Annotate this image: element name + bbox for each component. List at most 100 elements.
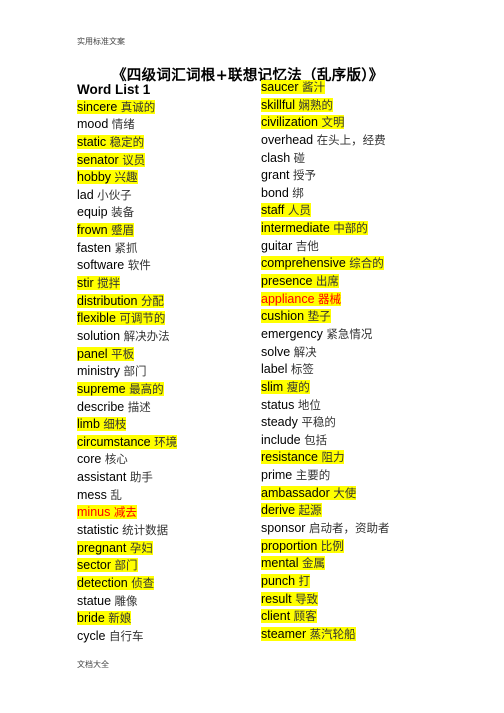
word-entry: proportion 比例 <box>261 538 389 556</box>
highlighted-text: proportion 比例 <box>261 538 344 553</box>
chinese-meaning: 解决办法 <box>123 328 170 343</box>
entry-text: solve 解决 <box>261 345 317 359</box>
word-entry: cushion 垫子 <box>261 308 389 326</box>
word-entry: static 稳定的 <box>77 134 177 152</box>
chinese-meaning: 搅拌 <box>97 276 121 291</box>
english-word: frown <box>77 223 108 238</box>
highlighted-text: detection 侦查 <box>77 575 155 590</box>
english-word: steady <box>261 415 298 430</box>
word-entry: detection 侦查 <box>77 575 177 593</box>
chinese-meaning: 平稳的 <box>301 415 336 430</box>
entry-text: status 地位 <box>261 398 321 412</box>
english-word: civilization <box>261 115 318 130</box>
chinese-meaning: 描述 <box>127 399 151 414</box>
chinese-meaning: 自行车 <box>108 628 144 643</box>
highlighted-text: appliance 器械 <box>261 291 341 306</box>
english-word: solve <box>261 344 291 359</box>
highlighted-text: distribution 分配 <box>77 293 164 308</box>
chinese-meaning: 垫子 <box>307 309 331 324</box>
entry-text: prime 主要的 <box>261 468 330 482</box>
english-word: steamer <box>261 626 307 641</box>
chinese-meaning: 吉他 <box>295 238 319 253</box>
english-word: staff <box>261 203 285 218</box>
english-word: proportion <box>261 538 318 553</box>
word-entry: appliance 器械 <box>261 291 389 309</box>
english-word: resistance <box>261 450 318 465</box>
chinese-meaning: 顾客 <box>293 609 317 624</box>
word-entry: limb 细枝 <box>77 416 177 434</box>
left-word-list: sincere 真诚的 mood 情绪 static 稳定的 senator 议员 ho… <box>77 99 178 646</box>
entry-text: clash 碰 <box>261 151 305 165</box>
chinese-meaning: 人员 <box>287 203 311 218</box>
chinese-meaning: 部门 <box>114 558 138 573</box>
word-entry: equip 装备 <box>77 204 177 222</box>
word-entry: steamer 蒸汽轮船 <box>261 626 389 644</box>
word-entry: label 标签 <box>261 361 389 379</box>
chinese-meaning: 娴熟的 <box>298 97 334 112</box>
english-word: skillful <box>261 97 296 112</box>
word-entry: bride 新娘 <box>77 610 177 628</box>
word-entry: saucer 酱汁 <box>261 79 389 97</box>
chinese-meaning: 新娘 <box>108 611 132 626</box>
word-entry: guitar 吉他 <box>261 238 389 256</box>
chinese-meaning: 紧抓 <box>114 240 138 255</box>
word-entry: assistant 助手 <box>77 469 177 487</box>
left-column: Word List 1 sincere 真诚的 mood 情绪 static 稳定的… <box>77 81 178 646</box>
entry-text: mess 乱 <box>77 488 122 502</box>
chinese-meaning: 助手 <box>129 470 153 485</box>
english-word: distribution <box>77 293 138 308</box>
entry-text: emergency 紧急情况 <box>261 327 372 341</box>
word-entry: client 顾客 <box>261 608 389 626</box>
english-word: grant <box>261 168 290 183</box>
chinese-meaning: 减去 <box>113 505 137 520</box>
chinese-meaning: 兴趣 <box>114 170 138 185</box>
english-word: result <box>261 591 292 606</box>
english-word: ambassador <box>261 485 330 500</box>
chinese-meaning: 蹙眉 <box>111 223 135 238</box>
chinese-meaning: 侦查 <box>131 575 155 590</box>
english-word: clash <box>261 150 291 165</box>
chinese-meaning: 乱 <box>110 487 122 502</box>
english-word: sector <box>77 558 112 573</box>
word-entry: include 包括 <box>261 432 389 450</box>
highlighted-text: punch 打 <box>261 573 311 588</box>
highlighted-text: minus 减去 <box>77 505 137 520</box>
highlighted-text: steamer 蒸汽轮船 <box>261 626 356 641</box>
chinese-meaning: 孕妇 <box>129 540 153 555</box>
entry-text: overhead 在头上，经费 <box>261 133 386 147</box>
word-entry: overhead 在头上，经费 <box>261 132 389 150</box>
english-word: hobby <box>77 170 112 185</box>
word-entry: skillful 娴熟的 <box>261 97 389 115</box>
word-entry: prime 主要的 <box>261 467 389 485</box>
chinese-meaning: 碰 <box>293 150 306 165</box>
chinese-meaning: 启动者，资助者 <box>308 521 390 536</box>
english-word: senator <box>77 152 119 167</box>
word-entry: intermediate 中部的 <box>261 220 389 238</box>
english-word: solution <box>77 328 121 343</box>
word-entry: statistic 统计数据 <box>77 522 177 540</box>
english-word: prime <box>261 468 293 483</box>
highlighted-text: ambassador 大使 <box>261 485 357 500</box>
chinese-meaning: 器械 <box>318 291 341 306</box>
highlighted-text: frown 蹙眉 <box>77 223 135 238</box>
entry-text: steady 平稳的 <box>261 415 336 429</box>
highlighted-text: mental 金属 <box>261 556 326 571</box>
entry-text: cycle 自行车 <box>77 629 143 643</box>
chinese-meaning: 导致 <box>295 591 319 606</box>
entry-text: solution 解决办法 <box>77 329 170 343</box>
english-word: emergency <box>261 326 323 341</box>
highlighted-text: resistance 阻力 <box>261 450 345 465</box>
chinese-meaning: 细枝 <box>103 417 127 432</box>
word-entry: result 导致 <box>261 591 389 609</box>
english-word: slim <box>261 379 284 394</box>
word-entry: distribution 分配 <box>77 293 177 311</box>
word-entry: statue 雕像 <box>77 593 177 611</box>
english-word: pregnant <box>77 540 127 555</box>
english-word: presence <box>261 274 313 289</box>
word-entry: senator 议员 <box>77 152 177 170</box>
chinese-meaning: 比例 <box>320 538 344 553</box>
entry-text: grant 授予 <box>261 168 316 182</box>
english-word: lad <box>77 187 94 202</box>
english-word: core <box>77 452 102 467</box>
chinese-meaning: 地位 <box>297 397 321 412</box>
